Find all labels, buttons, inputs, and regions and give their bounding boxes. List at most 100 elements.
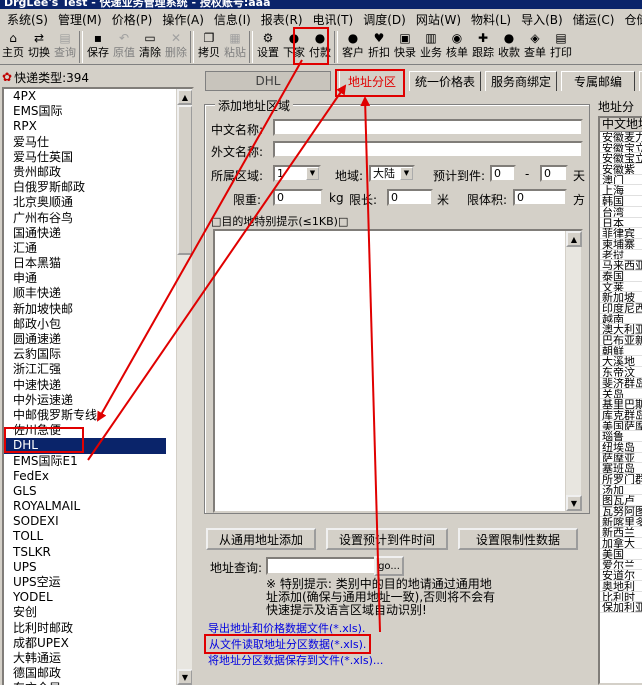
courier-type-item[interactable]: 4PX (4, 89, 166, 104)
settings-button[interactable]: ⚙ 设置 (255, 29, 281, 64)
tab-3[interactable]: 服务商绑定 (485, 71, 557, 91)
courier-type-item[interactable]: 白俄罗斯邮政 (4, 180, 166, 195)
customer-button[interactable]: ● 客户 (340, 29, 366, 64)
chevron-down-icon[interactable]: ▼ (306, 167, 319, 180)
address-query-input[interactable] (266, 557, 376, 575)
en-name-input[interactable] (273, 141, 583, 158)
address-zone-row[interactable]: 瓦努阿图 (600, 506, 642, 517)
address-zone-row[interactable]: 保加利亚 (600, 602, 642, 613)
quick-entry-button[interactable]: ▣ 快录 (392, 29, 418, 64)
address-zone-row[interactable]: 上海 (600, 185, 642, 197)
menu-item-7[interactable]: 调度(D) (358, 11, 411, 28)
courier-type-item[interactable]: 顺丰快递 (4, 286, 166, 301)
address-zone-row[interactable]: 安道尔 (600, 570, 642, 581)
courier-type-item[interactable]: 邮政小包 (4, 317, 166, 332)
courier-type-item[interactable]: 爱马仕 (4, 135, 166, 150)
courier-list-scrollbar[interactable]: ▲ ▼ (176, 89, 192, 685)
courier-type-item[interactable]: GLS (4, 484, 166, 499)
address-zone-row[interactable]: 萨摩亚 (600, 453, 642, 464)
courier-type-item[interactable]: FedEx (4, 469, 166, 484)
cn-name-input[interactable] (273, 119, 583, 136)
address-zone-row[interactable]: 马来西亚 (600, 260, 642, 271)
tab-0[interactable]: DHL (205, 71, 331, 91)
courier-type-item[interactable]: 国通快递 (4, 226, 166, 241)
address-zone-row[interactable]: 安徽宝立 (600, 153, 642, 165)
courier-type-item[interactable]: 日本黑猫 (4, 256, 166, 271)
address-zone-row[interactable]: 库克群岛 (600, 410, 642, 421)
save-button[interactable]: ▪ 保存 (85, 29, 111, 64)
address-zone-row[interactable]: 奥地利 (600, 581, 642, 592)
set-eta-button[interactable]: 设置预计到件时间 (326, 528, 448, 550)
address-zone-row[interactable]: 日本 (600, 218, 642, 229)
courier-type-item[interactable]: 广州布谷鸟 (4, 211, 166, 226)
receipt-button[interactable]: ● 收款 (496, 29, 522, 64)
special-note-textarea[interactable]: ▲ ▼ (213, 229, 583, 513)
scroll-up-icon[interactable]: ▲ (177, 89, 192, 105)
add-from-general-button[interactable]: 从通用地址添加 (206, 528, 316, 550)
address-zone-row[interactable]: 朝鲜 (600, 346, 642, 357)
courier-type-item[interactable]: SODEXI (4, 514, 166, 529)
address-zone-row[interactable]: 安徽紫 (600, 164, 642, 175)
address-zone-row[interactable]: 汤加 (600, 485, 642, 496)
column-header-cn-address[interactable]: 中文地址 (600, 118, 642, 132)
address-zone-row[interactable]: 新西兰 (600, 527, 642, 539)
downstream-button[interactable]: ● 下家 (281, 29, 307, 64)
copy-button[interactable]: ❐ 拷贝 (196, 29, 222, 64)
courier-type-item[interactable]: 圆通速递 (4, 332, 166, 347)
address-zone-row[interactable]: 巴布亚新 (600, 335, 642, 346)
zone-select[interactable]: 1 ▼ (273, 165, 321, 182)
courier-type-item[interactable]: 汇通 (4, 241, 166, 256)
discount-button[interactable]: ♥ 折扣 (366, 29, 392, 64)
address-zone-row[interactable]: 关岛 (600, 389, 642, 400)
home-button[interactable]: ⌂ 主页 (0, 29, 26, 64)
address-zone-row[interactable]: 台湾 (600, 207, 642, 218)
address-zone-row[interactable]: 韩国 (600, 196, 642, 207)
courier-type-item[interactable]: DHL (4, 438, 166, 454)
address-zone-row[interactable]: 澳大利亚 (600, 324, 642, 336)
courier-type-item[interactable]: TSLKR (4, 545, 166, 560)
menu-item-4[interactable]: 信息(I) (209, 11, 256, 28)
import-zone-data-link[interactable]: 从文件读取地址分区数据(*.xls). (204, 634, 372, 654)
scroll-down-icon[interactable]: ▼ (566, 495, 582, 511)
courier-type-item[interactable]: UPS (4, 560, 166, 575)
menu-item-11[interactable]: 储运(C) (568, 11, 620, 28)
clear-button[interactable]: ▭ 清除 (137, 29, 163, 64)
menu-item-12[interactable]: 仓储(W) (619, 11, 642, 28)
address-zone-row[interactable]: 安徽麦力 (600, 132, 642, 143)
courier-type-item[interactable]: 爱马仕英国 (4, 150, 166, 165)
menu-item-3[interactable]: 操作(A) (157, 11, 209, 28)
courier-type-item[interactable]: 安创 (4, 605, 166, 620)
courier-type-item[interactable]: 中速快递 (4, 378, 166, 393)
courier-type-item[interactable]: YODEL (4, 590, 166, 605)
search-order-button[interactable]: ◈ 查单 (522, 29, 548, 64)
eta-from-input[interactable]: 0 (490, 165, 516, 182)
address-zone-row[interactable]: 爱尔兰 (600, 560, 642, 571)
courier-type-item[interactable]: ROYALMAIL (4, 499, 166, 514)
menu-item-6[interactable]: 电讯(T) (308, 11, 359, 28)
eta-to-input[interactable]: 0 (540, 165, 568, 182)
scroll-down-icon[interactable]: ▼ (177, 669, 192, 685)
address-zone-row[interactable]: 越南 (600, 314, 642, 325)
courier-type-item[interactable]: 贵州邮政 (4, 165, 166, 180)
courier-type-list[interactable]: 4PX EMS国际 RPX 爱马仕 爱马仕英国 贵州邮政 白俄罗斯邮政 北京奥顺通 广州布谷鸟国… (2, 87, 194, 685)
courier-type-item[interactable]: UPS空运 (4, 575, 166, 590)
courier-type-item[interactable]: 中外运速递 (4, 393, 166, 408)
address-zone-row[interactable]: 菲律宾 (600, 228, 642, 239)
menu-item-5[interactable]: 报表(R) (256, 11, 308, 28)
courier-type-item[interactable]: 佐川急便 (4, 423, 166, 438)
address-zone-row[interactable]: 泰国 (600, 271, 642, 282)
courier-type-item[interactable]: 云豹国际 (4, 347, 166, 362)
address-zone-row[interactable]: 美国萨摩 (600, 421, 642, 432)
address-zone-row[interactable]: 比利时 (600, 592, 642, 603)
menu-item-9[interactable]: 物料(L) (466, 11, 516, 28)
business-button[interactable]: ▥ 业务 (418, 29, 444, 64)
courier-type-item[interactable]: 比利时邮政 (4, 621, 166, 636)
courier-type-item[interactable]: TOLL (4, 529, 166, 544)
address-zone-row[interactable]: 新喀里多 (600, 517, 642, 528)
tab-1[interactable]: 地址分区 (339, 70, 405, 92)
courier-type-item[interactable]: 德国邮政 (4, 666, 166, 681)
address-zone-row[interactable]: 基里巴斯 (600, 399, 642, 410)
address-zone-row[interactable]: 美国 (600, 549, 642, 560)
address-zone-row[interactable]: 大溪地 (600, 356, 642, 368)
region-select[interactable]: 大陆 ▼ (369, 165, 415, 182)
